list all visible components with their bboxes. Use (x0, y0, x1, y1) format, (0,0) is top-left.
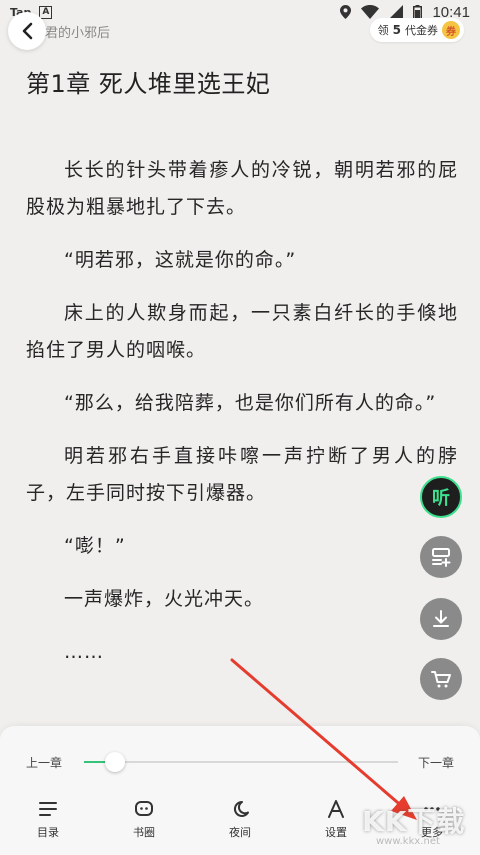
settings-button[interactable]: 设置 (288, 800, 384, 850)
coupon-count: 5 (392, 23, 401, 37)
coupon-icon: 券 (442, 21, 460, 39)
more-button[interactable]: 更多 (384, 800, 480, 850)
download-icon (433, 610, 449, 627)
cart-button[interactable] (420, 658, 462, 700)
settings-label: 设置 (325, 826, 347, 839)
back-button[interactable] (8, 12, 46, 50)
book-circle-button[interactable]: 书圈 (96, 800, 192, 850)
book-circle-label: 书圈 (133, 826, 155, 839)
night-mode-button[interactable]: 夜间 (192, 800, 288, 850)
more-label: 更多 (421, 826, 443, 839)
listen-label: 听 (432, 488, 450, 509)
paragraph: 床上的人欺身而起，一只素白纤长的手倏地掐住了男人的咽喉。 (26, 302, 458, 361)
reader-toolbar: 目录 书圈 夜间 设置 更多 (0, 800, 480, 850)
chapter-content: 长长的针头带着瘆人的冷锐，朝明若邪的屁股极为粗暴地扎了下去。 “明若邪，这就是你… (26, 152, 458, 687)
paragraph: “明若邪，这就是你的命。” (64, 249, 297, 271)
chapter-title: 第1章 死人堆里选王妃 (26, 70, 271, 98)
moon-icon (233, 800, 249, 817)
location-icon (340, 5, 352, 19)
signal-icon (389, 5, 404, 19)
paragraph: “那么，给我陪葬，也是你们所有人的命。” (64, 392, 437, 414)
toc-button[interactable]: 目录 (0, 800, 96, 850)
menu-icon (39, 802, 57, 816)
chat-bubble-icon (135, 801, 153, 816)
listen-button[interactable]: 听 (420, 476, 462, 518)
toc-label: 目录 (37, 826, 59, 839)
download-button[interactable] (420, 598, 462, 640)
prev-chapter-button[interactable]: 上一章 (26, 754, 62, 771)
paragraph: “嘭！” (64, 535, 126, 557)
paragraph: 长长的针头带着瘆人的冷锐，朝明若邪的屁股极为粗暴地扎了下去。 (26, 159, 458, 218)
chevron-left-icon (22, 22, 33, 40)
coupon-suffix: 代金券 (405, 24, 438, 37)
chapter-nav: 上一章 下一章 (0, 746, 480, 776)
chapter-progress-slider[interactable] (84, 752, 398, 772)
add-shelf-icon (432, 548, 451, 567)
coupon-prefix: 领 (377, 24, 389, 37)
more-dots-icon (424, 807, 440, 811)
add-to-shelf-button[interactable] (420, 536, 462, 578)
coupon-badge[interactable]: 领 5 代金券 券 (369, 18, 464, 42)
paragraph: …… (64, 641, 104, 663)
font-a-icon (328, 800, 344, 818)
slider-thumb[interactable] (105, 752, 125, 772)
a-notification-icon: A (39, 5, 53, 19)
cart-icon (431, 671, 451, 688)
wifi-icon (361, 5, 380, 19)
night-mode-label: 夜间 (229, 826, 251, 839)
next-chapter-button[interactable]: 下一章 (418, 754, 454, 771)
paragraph: 明若邪右手直接咔嚓一声拧断了男人的脖子，左手同时按下引爆器。 (26, 445, 458, 504)
paragraph: 一声爆炸，火光冲天。 (64, 588, 265, 610)
reader-bottom-panel: 上一章 下一章 目录 书圈 夜间 设置 更多 (0, 726, 480, 855)
